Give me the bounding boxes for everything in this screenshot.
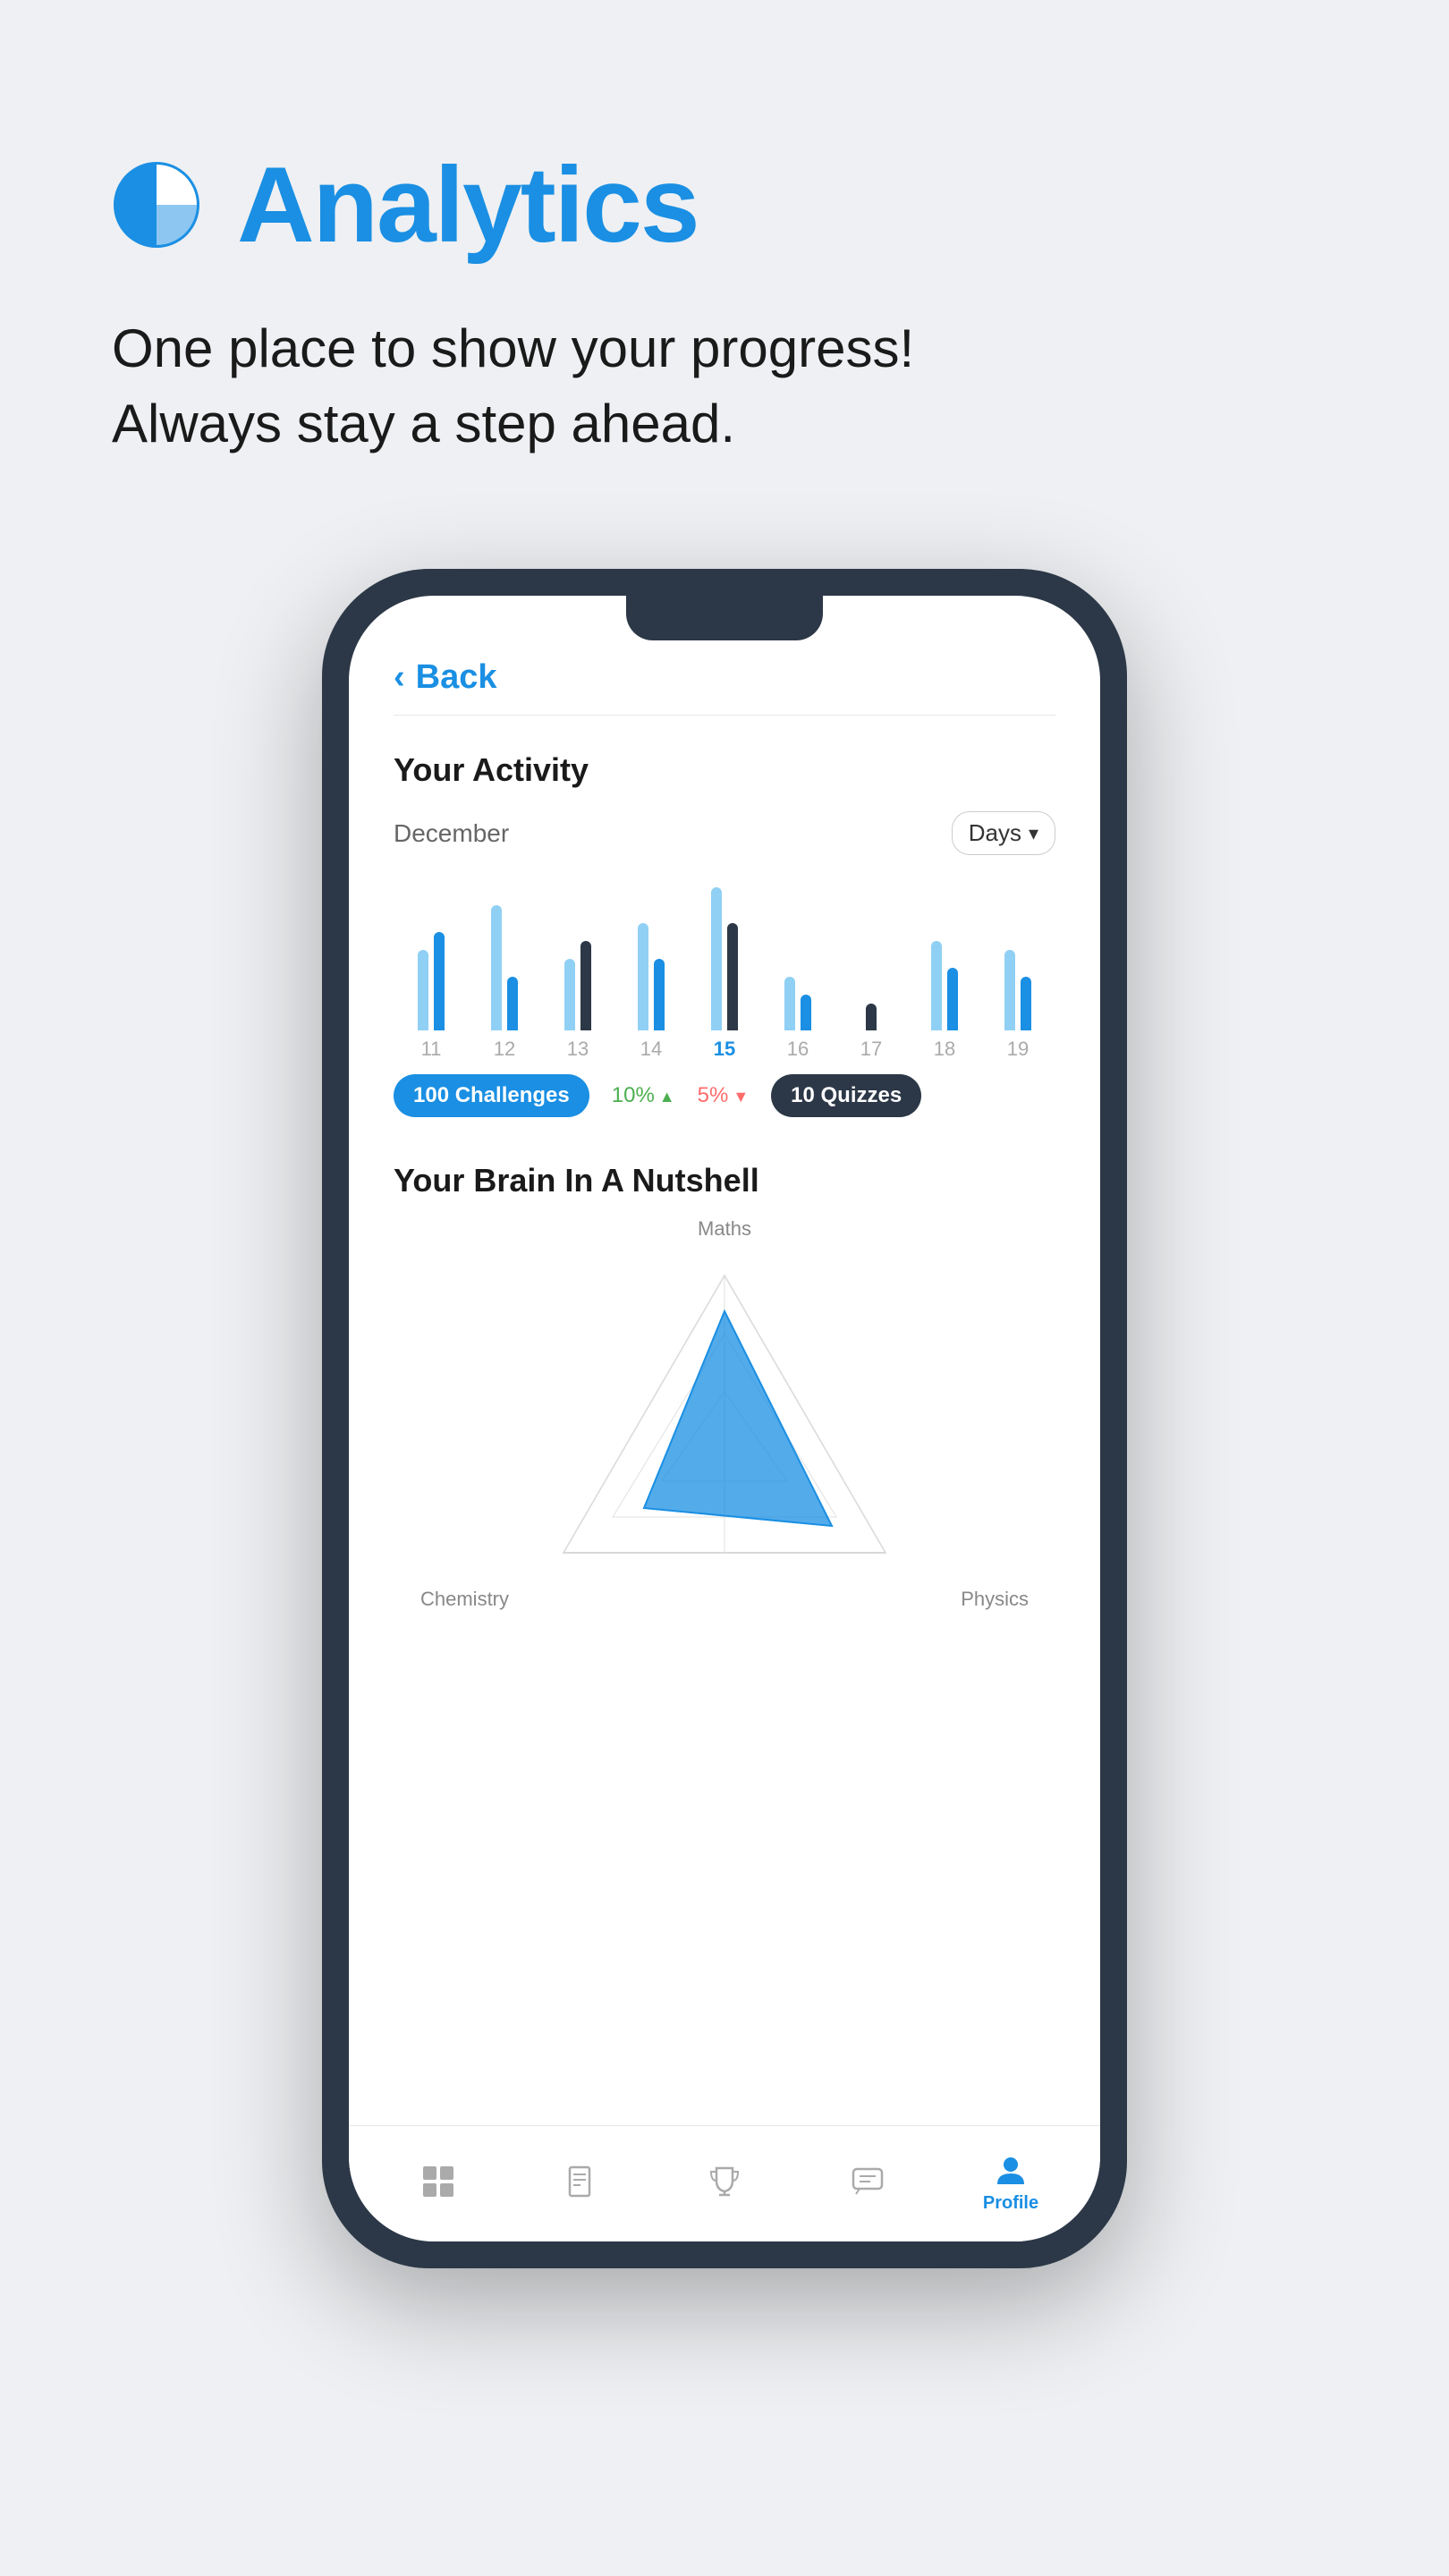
- bar: [1004, 950, 1015, 1030]
- bar: [931, 941, 942, 1030]
- bar-label: 13: [567, 1038, 589, 1061]
- bottom-nav: Profile: [349, 2125, 1100, 2241]
- bar-label: 18: [934, 1038, 955, 1061]
- bar-group-13: 13: [549, 878, 606, 1061]
- bar: [947, 968, 958, 1030]
- bar-group-18: 18: [916, 878, 973, 1061]
- bar-group-19: 19: [989, 878, 1046, 1061]
- radar-label-chemistry: Chemistry: [420, 1588, 509, 1611]
- bar-label: 11: [421, 1038, 442, 1061]
- chat-icon: [851, 2165, 885, 2199]
- radar-label-maths: Maths: [698, 1217, 751, 1241]
- nav-item-achievements[interactable]: [680, 2165, 769, 2204]
- nav-item-messages[interactable]: [823, 2165, 912, 2204]
- phone-screen: ‹ Back Your Activity December Days ▾: [349, 596, 1100, 2241]
- bar: [1021, 977, 1031, 1030]
- arrow-down-icon: [733, 1083, 749, 1108]
- person-icon: [994, 2154, 1028, 2188]
- bar-label: 16: [787, 1038, 809, 1061]
- phone-mockup: ‹ Back Your Activity December Days ▾: [0, 515, 1449, 2268]
- page-title: Analytics: [237, 143, 699, 267]
- activity-section: Your Activity December Days ▾: [349, 716, 1100, 1144]
- phone-notch: [626, 596, 823, 640]
- days-label: Days: [969, 819, 1021, 847]
- arrow-up-icon: [659, 1083, 675, 1108]
- analytics-icon: [112, 160, 201, 250]
- bar-label: 14: [640, 1038, 662, 1061]
- radar-label-physics: Physics: [961, 1588, 1029, 1611]
- bar: [418, 950, 428, 1030]
- trophy-icon: [708, 2165, 741, 2199]
- bar-label: 19: [1007, 1038, 1029, 1061]
- bar-group-17: 17: [843, 878, 900, 1061]
- bar: [638, 923, 648, 1030]
- back-nav[interactable]: ‹ Back: [349, 649, 1100, 715]
- bar: [784, 977, 795, 1030]
- bar-label: 12: [494, 1038, 515, 1061]
- header-subtitle: One place to show your progress! Always …: [112, 311, 1337, 462]
- nav-item-home[interactable]: [394, 2165, 483, 2204]
- book-icon: [564, 2165, 598, 2199]
- bar: [434, 932, 445, 1030]
- back-label: Back: [416, 658, 497, 697]
- nav-item-profile[interactable]: Profile: [966, 2154, 1055, 2214]
- nutshell-title: Your Brain In A Nutshell: [394, 1162, 1055, 1199]
- challenges-pill: 100 Challenges: [394, 1074, 589, 1117]
- positive-change: 10%: [612, 1083, 675, 1108]
- bar: [711, 887, 722, 1030]
- bar: [866, 1004, 877, 1030]
- back-chevron-icon: ‹: [394, 658, 405, 697]
- stats-row: 100 Challenges 10% 5% 10 Quizzes: [394, 1074, 1055, 1117]
- bar-label-active: 15: [714, 1038, 735, 1061]
- bar-group-16: 16: [769, 878, 826, 1061]
- nav-item-lessons[interactable]: [537, 2165, 626, 2204]
- bar-chart: 11 12: [394, 882, 1055, 1061]
- nutshell-section: Your Brain In A Nutshell Maths: [349, 1144, 1100, 1638]
- bar: [491, 905, 502, 1030]
- bar-label: 17: [860, 1038, 882, 1061]
- radar-chart: Maths: [394, 1217, 1055, 1620]
- chevron-down-icon: ▾: [1029, 822, 1038, 845]
- bar: [580, 941, 591, 1030]
- bar: [564, 959, 575, 1030]
- phone-frame: ‹ Back Your Activity December Days ▾: [322, 569, 1127, 2268]
- bar: [801, 995, 811, 1030]
- activity-title: Your Activity: [394, 751, 1055, 789]
- page-header: Analytics One place to show your progres…: [0, 0, 1449, 515]
- bar: [507, 977, 518, 1030]
- days-dropdown[interactable]: Days ▾: [952, 811, 1055, 855]
- bar-group-11: 11: [402, 878, 460, 1061]
- bar: [654, 959, 665, 1030]
- bar-group-14: 14: [623, 878, 680, 1061]
- bar: [727, 923, 738, 1030]
- nav-label-profile: Profile: [983, 2193, 1038, 2214]
- month-label: December: [394, 819, 509, 848]
- grid-icon: [421, 2165, 455, 2199]
- radar-svg: [555, 1249, 894, 1589]
- bar-group-12: 12: [476, 878, 533, 1061]
- quizzes-pill: 10 Quizzes: [771, 1074, 921, 1117]
- negative-change: 5%: [698, 1083, 750, 1108]
- bar-group-15: 15: [696, 878, 753, 1061]
- activity-header: December Days ▾: [394, 811, 1055, 855]
